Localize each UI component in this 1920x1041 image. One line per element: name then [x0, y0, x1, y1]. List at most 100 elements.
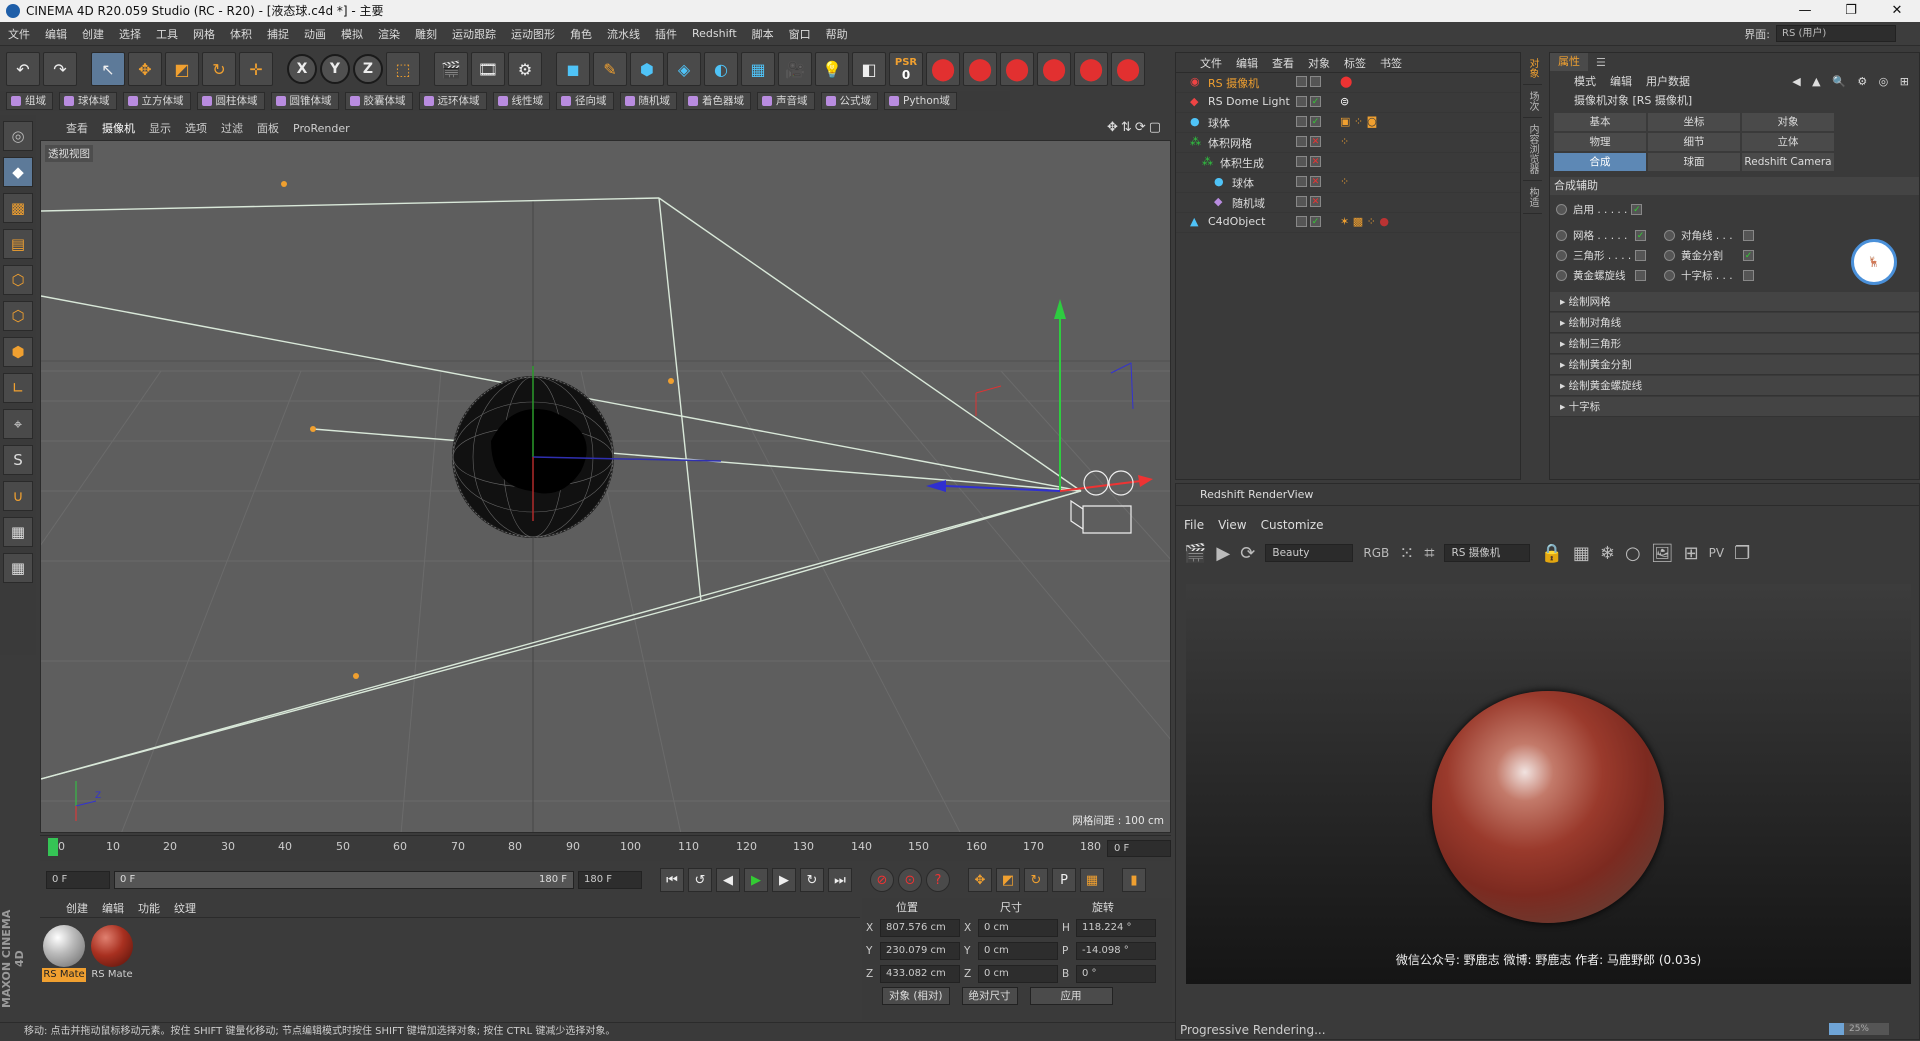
next-frame-icon[interactable]: ▶ [772, 868, 796, 892]
viewport-menu-filter[interactable]: 过滤 [221, 120, 243, 136]
material-swatch[interactable]: RS Mate [42, 924, 86, 984]
draw-golden-section-group[interactable]: ▸ 绘制黄金分割 [1550, 355, 1919, 375]
viewport-menu-panel[interactable]: 面板 [257, 120, 279, 136]
viewport-menu-view[interactable]: 查看 [66, 120, 88, 136]
y-axis-lock-icon[interactable]: Y [320, 54, 350, 84]
texture-mode-icon[interactable]: ▩ [3, 193, 33, 223]
radio[interactable] [1664, 269, 1675, 281]
clapper-icon[interactable]: 🎬 [1184, 543, 1206, 564]
apply-button[interactable]: 应用 [1029, 987, 1113, 1005]
size-y-field[interactable]: 0 cm [978, 941, 1058, 960]
render-toggle[interactable]: ✓ [1310, 116, 1321, 127]
redshift-material-icon[interactable]: ⬤ [1074, 52, 1108, 86]
snap-icon[interactable]: S [3, 445, 33, 475]
key-scale-icon[interactable]: ◩ [996, 868, 1020, 892]
viewport-menu-prorender[interactable]: ProRender [293, 122, 350, 135]
menu-character[interactable]: 角色 [570, 26, 592, 42]
render-toggle[interactable] [1310, 76, 1321, 87]
menu-create[interactable]: 创建 [82, 26, 104, 42]
render-picture-viewer-icon[interactable]: 🎞 [471, 52, 505, 86]
render-toggle[interactable]: ✕ [1310, 196, 1321, 207]
camera-dropdown[interactable]: RS 摄像机 [1444, 544, 1531, 562]
material-menu-texture[interactable]: 纹理 [174, 900, 196, 916]
object-row[interactable]: ● 球体 ✓ ▣ ⁘ ◙ [1176, 113, 1520, 133]
grid-icon[interactable]: ▦ [3, 553, 33, 583]
object-menu-edit[interactable]: 编辑 [1236, 55, 1258, 71]
field-random[interactable]: 随机域 [619, 92, 677, 110]
draw-triangle-group[interactable]: ▸ 绘制三角形 [1550, 334, 1919, 354]
cube-object-icon[interactable]: ◼ [556, 52, 590, 86]
attr-tab-stereo[interactable]: 立体 [1742, 133, 1834, 151]
position-y-field[interactable]: 230.079 cm [880, 941, 960, 960]
close-button[interactable]: ✕ [1874, 0, 1920, 22]
enable-option[interactable]: 启用 . . . . . ✓ [1550, 199, 1919, 219]
menu-sculpt[interactable]: 雕刻 [415, 26, 437, 42]
timeline-playhead[interactable] [48, 838, 58, 856]
model-mode-icon[interactable]: ◆ [3, 157, 33, 187]
radio[interactable] [1556, 229, 1567, 241]
size-mode-dropdown[interactable]: 绝对尺寸 [961, 987, 1018, 1005]
edges-mode-icon[interactable]: ⬡ [3, 301, 33, 331]
render-toggle[interactable]: ✓ [1310, 96, 1321, 107]
psr-display[interactable]: PSR 0 [889, 52, 923, 86]
attr-tab-coordinates[interactable]: 坐标 [1648, 113, 1740, 131]
object-tags-icon[interactable]: ⁘ [1340, 175, 1349, 188]
object-menu-tags[interactable]: 标签 [1344, 55, 1366, 71]
field-shader[interactable]: 着色器域 [683, 92, 751, 110]
grid-overlay-icon[interactable]: ⁙ [1399, 543, 1414, 564]
viewport-menu-options[interactable]: 选项 [185, 120, 207, 136]
radio[interactable] [1556, 203, 1567, 215]
tab-takes[interactable]: 场次 [1523, 85, 1542, 118]
redshift-proxy-icon[interactable]: ⬤ [1111, 52, 1145, 86]
copy-icon[interactable]: ❐ [1734, 543, 1750, 564]
visibility-toggle[interactable] [1296, 176, 1307, 187]
go-to-end-icon[interactable]: ⏭ [828, 868, 852, 892]
field-python[interactable]: Python域 [884, 92, 957, 110]
rotation-p-field[interactable]: -14.098 ° [1076, 941, 1156, 960]
menu-window[interactable]: 窗口 [789, 26, 811, 42]
attr-menu-edit[interactable]: 编辑 [1610, 73, 1632, 89]
x-axis-lock-icon[interactable]: X [287, 54, 317, 84]
menu-mesh[interactable]: 网格 [193, 26, 215, 42]
undo-icon[interactable]: ↶ [6, 52, 40, 86]
snapshot-icon[interactable]: 🖼 [1651, 543, 1674, 564]
coordinate-mode-dropdown[interactable]: 对象 (相对) [882, 987, 950, 1005]
radio[interactable] [1664, 229, 1675, 241]
size-z-field[interactable]: 0 cm [978, 964, 1058, 983]
field-capsule[interactable]: 胶囊体域 [344, 92, 413, 110]
tab-content-browser[interactable]: 内容浏览器 [1523, 118, 1542, 181]
attr-tab-composition[interactable]: 合成 [1554, 153, 1646, 171]
menu-tools[interactable]: 工具 [156, 26, 178, 42]
points-mode-icon[interactable]: ⬡ [3, 265, 33, 295]
render-toggle[interactable]: ✕ [1310, 156, 1321, 167]
tweak-mode-icon[interactable]: ⌖ [3, 409, 33, 439]
workplane-mode-icon[interactable]: ▤ [3, 229, 33, 259]
render-view-icon[interactable]: 🎬 [434, 52, 468, 86]
rotate-icon[interactable]: ↻ [202, 52, 236, 86]
start-render-icon[interactable]: ▶ [1216, 543, 1230, 564]
pv-icon[interactable]: PV [1709, 546, 1724, 560]
render-toggle[interactable]: ✓ [1310, 216, 1321, 227]
rv-menu-view[interactable]: View [1218, 518, 1246, 532]
previous-frame-icon[interactable]: ◀ [716, 868, 740, 892]
object-row[interactable]: ▲ C4dObject ✓ ✶ ▩ ⁘ ● [1176, 213, 1520, 233]
redshift-render-icon[interactable]: ⬤ [926, 52, 960, 86]
golden-section-checkbox[interactable]: ✓ [1743, 249, 1754, 261]
light-tag-icon[interactable]: ⊜ [1340, 95, 1349, 108]
attr-nav-icons[interactable]: ◀ ▲ 🔍 ⚙ ◎ ⊞ [1792, 75, 1913, 88]
crosshair-checkbox[interactable] [1743, 269, 1754, 281]
field-cylinder[interactable]: 圆柱体域 [196, 92, 265, 110]
redo-icon[interactable]: ↷ [43, 52, 77, 86]
visibility-toggle[interactable] [1296, 136, 1307, 147]
end-frame-field[interactable]: 180 F [578, 871, 642, 889]
radio[interactable] [1556, 269, 1567, 281]
material-menu-function[interactable]: 功能 [138, 900, 160, 916]
snowflake-icon[interactable]: ❄ [1600, 543, 1615, 564]
field-sound[interactable]: 声音域 [757, 92, 815, 110]
radio[interactable] [1556, 249, 1567, 261]
redshift-dome-icon[interactable]: ⬤ [1000, 52, 1034, 86]
edit-render-settings-icon[interactable]: ◧ [852, 52, 886, 86]
axis-mode-icon[interactable]: ∟ [3, 373, 33, 403]
key-position-icon[interactable]: ✥ [968, 868, 992, 892]
menu-simulate[interactable]: 模拟 [341, 26, 363, 42]
